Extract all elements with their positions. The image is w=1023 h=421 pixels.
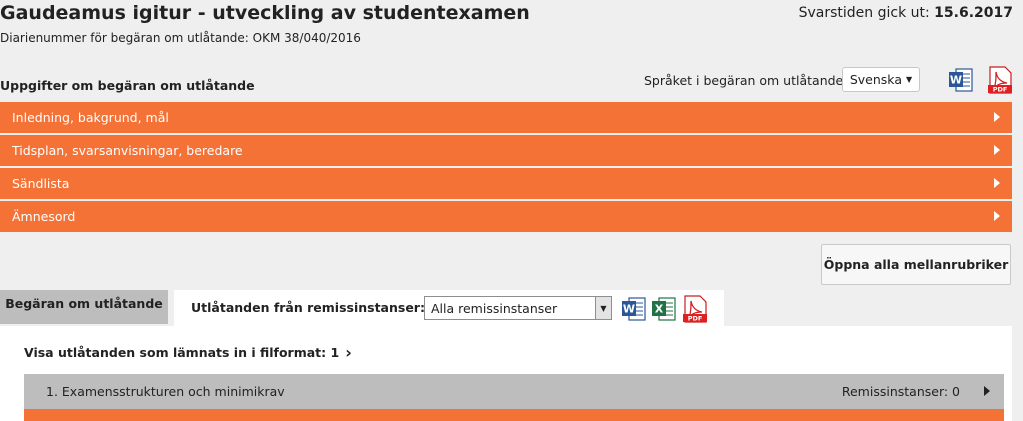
question-row[interactable]: 1. Examensstrukturen och minimikrav Remi… bbox=[24, 374, 1004, 409]
accordion-inledning[interactable]: Inledning, bakgrund, mål bbox=[0, 102, 1012, 133]
svg-text:X: X bbox=[655, 303, 664, 316]
language-label: Språket i begäran om utlåtande: bbox=[644, 73, 848, 88]
question-count: Remissinstanser: 0 bbox=[841, 384, 960, 399]
chevron-right-icon: › bbox=[345, 343, 352, 362]
word-icon[interactable]: W bbox=[621, 296, 646, 322]
language-selected: Svenska bbox=[849, 72, 902, 87]
pdf-icon[interactable]: PDF bbox=[682, 295, 707, 323]
file-format-link-label: Visa utlåtanden som lämnats in i filform… bbox=[24, 345, 340, 360]
accordion-tidsplan[interactable]: Tidsplan, svarsanvisningar, beredare bbox=[0, 135, 1012, 166]
chevron-right-icon bbox=[994, 211, 1000, 221]
chevron-right-icon bbox=[994, 112, 1000, 122]
tab-begaran[interactable]: Begäran om utlåtande bbox=[0, 290, 168, 324]
chevron-right-icon bbox=[984, 386, 990, 396]
remissinstans-select[interactable]: Alla remissinstanser ▼ bbox=[424, 296, 612, 320]
word-icon[interactable]: W bbox=[948, 67, 973, 93]
caret-down-icon: ▼ bbox=[905, 75, 913, 84]
accordion-label: Sändlista bbox=[12, 176, 70, 191]
chevron-right-icon bbox=[994, 145, 1000, 155]
deadline-label: Svarstiden gick ut: bbox=[798, 5, 930, 21]
accordion-label: Ämnesord bbox=[12, 209, 76, 224]
chevron-right-icon bbox=[994, 178, 1000, 188]
question-label: 1. Examensstrukturen och minimikrav bbox=[46, 384, 285, 399]
deadline: Svarstiden gick ut: 15.6.2017 bbox=[799, 5, 1013, 21]
svg-text:PDF: PDF bbox=[993, 86, 1008, 94]
svg-text:W: W bbox=[950, 74, 962, 87]
deadline-date: 15.6.2017 bbox=[934, 5, 1013, 21]
pdf-icon[interactable]: PDF bbox=[987, 66, 1012, 94]
excel-icon[interactable]: X bbox=[651, 296, 676, 322]
language-select[interactable]: Svenska ▼ bbox=[842, 67, 920, 92]
diary-number: Diarienummer för begäran om utlåtande: O… bbox=[0, 31, 361, 45]
open-all-button[interactable]: Öppna alla mellanrubriker bbox=[821, 244, 1011, 285]
accordion-amnesord[interactable]: Ämnesord bbox=[0, 201, 1012, 232]
accordion-sandlista[interactable]: Sändlista bbox=[0, 168, 1012, 199]
tab-utlatanden-label: Utlåtanden från remissinstanser: 117 bbox=[191, 300, 456, 315]
section-heading: Uppgifter om begäran om utlåtande bbox=[0, 78, 255, 93]
svg-text:W: W bbox=[623, 303, 635, 316]
page-title: Gaudeamus igitur - utveckling av student… bbox=[0, 2, 530, 24]
remissinstans-selected: Alla remissinstanser bbox=[431, 300, 558, 316]
file-format-link[interactable]: Visa utlåtanden som lämnats in i filform… bbox=[24, 343, 352, 362]
accordion-label: Tidsplan, svarsanvisningar, beredare bbox=[12, 143, 243, 158]
svg-text:PDF: PDF bbox=[688, 315, 703, 323]
caret-down-icon: ▼ bbox=[595, 297, 611, 319]
accordion-label: Inledning, bakgrund, mål bbox=[12, 110, 169, 125]
question-row-partial[interactable] bbox=[24, 409, 1004, 421]
